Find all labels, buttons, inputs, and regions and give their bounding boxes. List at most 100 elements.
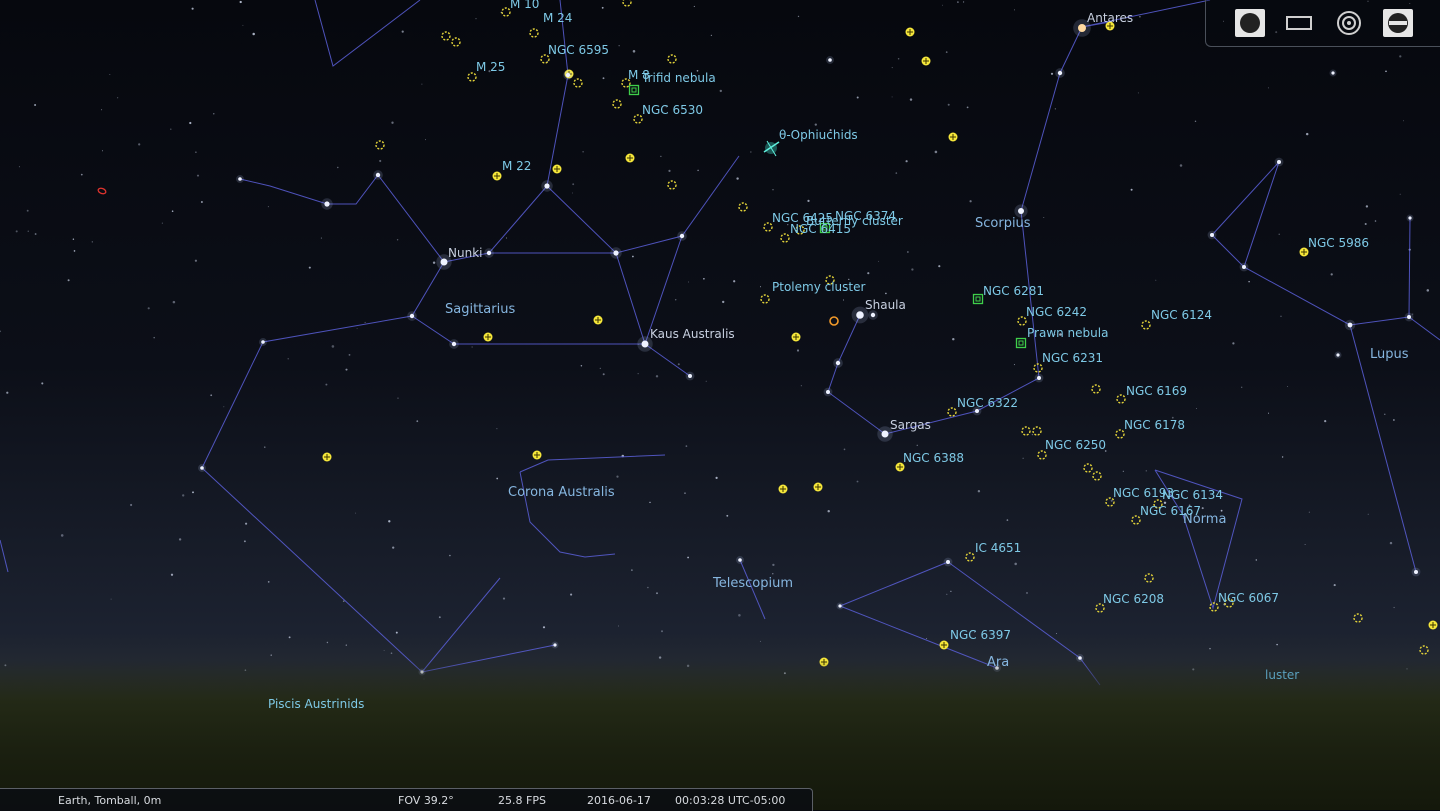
star[interactable] — [1242, 265, 1246, 269]
star[interactable] — [1037, 376, 1041, 380]
star-shaula[interactable] — [856, 311, 864, 319]
open-cluster-marker[interactable] — [1092, 471, 1102, 481]
globular-cluster-marker[interactable] — [939, 640, 949, 650]
open-cluster-marker[interactable] — [1131, 515, 1141, 525]
open-cluster-marker[interactable] — [763, 222, 773, 232]
star[interactable] — [1407, 315, 1411, 319]
star[interactable] — [375, 172, 381, 178]
globular-cluster-marker[interactable] — [1428, 620, 1438, 630]
star[interactable] — [1210, 233, 1214, 237]
star-scorpius[interactable] — [1018, 208, 1024, 214]
globular-cluster-marker[interactable] — [905, 27, 915, 37]
open-cluster-marker[interactable] — [667, 180, 677, 190]
open-cluster-marker[interactable] — [1116, 394, 1126, 404]
star[interactable] — [409, 313, 415, 319]
open-cluster-marker[interactable] — [1141, 320, 1151, 330]
open-cluster-marker[interactable] — [375, 140, 385, 150]
open-cluster-marker[interactable] — [1091, 384, 1101, 394]
star[interactable] — [870, 312, 876, 318]
star[interactable] — [565, 72, 571, 78]
star[interactable] — [838, 604, 842, 608]
nebula-marker[interactable] — [628, 84, 640, 96]
globular-cluster-marker[interactable] — [492, 171, 502, 181]
star[interactable] — [486, 250, 492, 256]
open-cluster-marker[interactable] — [667, 54, 677, 64]
star[interactable] — [1347, 322, 1353, 328]
globular-cluster-marker[interactable] — [791, 332, 801, 342]
background-star — [1393, 419, 1395, 421]
planet-view-button[interactable] — [1234, 8, 1266, 38]
globular-cluster-marker[interactable] — [813, 482, 823, 492]
star[interactable] — [826, 390, 830, 394]
star[interactable] — [553, 643, 557, 647]
star[interactable] — [1331, 71, 1335, 75]
star-nunki[interactable] — [440, 258, 448, 266]
open-cluster-marker[interactable] — [633, 114, 643, 124]
globular-cluster-marker[interactable] — [552, 164, 562, 174]
open-cluster-marker[interactable] — [622, 0, 632, 7]
star-antares[interactable] — [1078, 24, 1086, 32]
globular-cluster-marker[interactable] — [483, 332, 493, 342]
globular-cluster-marker[interactable] — [948, 132, 958, 142]
open-cluster-marker[interactable] — [780, 233, 790, 243]
star[interactable] — [200, 466, 204, 470]
star[interactable] — [828, 58, 832, 62]
open-cluster-marker[interactable] — [1017, 316, 1027, 326]
star[interactable] — [1336, 353, 1340, 357]
open-cluster-marker[interactable] — [947, 407, 957, 417]
background-star — [1324, 419, 1327, 423]
star[interactable] — [1277, 160, 1281, 164]
telescope-control-button[interactable] — [1382, 8, 1414, 38]
star[interactable] — [946, 560, 950, 564]
star[interactable] — [261, 340, 265, 344]
open-cluster-marker[interactable] — [441, 31, 451, 41]
globular-cluster-marker[interactable] — [778, 484, 788, 494]
open-cluster-marker[interactable] — [1021, 426, 1031, 436]
star[interactable] — [1408, 216, 1412, 220]
globular-cluster-marker[interactable] — [921, 56, 931, 66]
star[interactable] — [679, 233, 685, 239]
globular-cluster-marker[interactable] — [593, 315, 603, 325]
open-cluster-marker[interactable] — [1115, 429, 1125, 439]
open-cluster-marker[interactable] — [1083, 463, 1093, 473]
open-cluster-marker[interactable] — [501, 7, 511, 17]
open-cluster-marker[interactable] — [612, 99, 622, 109]
star[interactable] — [688, 374, 692, 378]
star[interactable] — [835, 360, 841, 366]
star[interactable] — [451, 341, 457, 347]
open-cluster-marker[interactable] — [738, 202, 748, 212]
frame-view-button[interactable] — [1283, 8, 1315, 38]
star[interactable] — [738, 558, 742, 562]
star-kaus-australis[interactable] — [641, 340, 649, 348]
open-cluster-marker[interactable] — [467, 72, 477, 82]
star[interactable] — [1414, 570, 1418, 574]
globular-cluster-marker[interactable] — [532, 450, 542, 460]
open-cluster-marker[interactable] — [760, 294, 770, 304]
open-cluster-marker[interactable] — [529, 28, 539, 38]
open-cluster-marker[interactable] — [1419, 645, 1429, 655]
date-text[interactable]: 2016-06-17 — [587, 794, 651, 807]
galaxy-marker[interactable] — [97, 187, 107, 195]
ocular-view-button[interactable] — [1333, 8, 1365, 38]
open-cluster-marker[interactable] — [965, 552, 975, 562]
open-cluster-marker[interactable] — [1037, 450, 1047, 460]
star-sargas[interactable] — [881, 430, 889, 438]
open-cluster-marker[interactable] — [573, 78, 583, 88]
star[interactable] — [1057, 70, 1063, 76]
planetary-nebula-marker[interactable] — [829, 316, 839, 326]
open-cluster-marker[interactable] — [1032, 426, 1042, 436]
star[interactable] — [544, 183, 550, 189]
nebula-marker[interactable] — [1015, 337, 1027, 349]
open-cluster-marker[interactable] — [1144, 573, 1154, 583]
time-text[interactable]: 00:03:28 UTC-05:00 — [675, 794, 785, 807]
open-cluster-marker[interactable] — [1353, 613, 1363, 623]
star[interactable] — [238, 177, 242, 181]
globular-cluster-marker[interactable] — [322, 452, 332, 462]
open-cluster-marker[interactable] — [451, 37, 461, 47]
star[interactable] — [324, 201, 330, 207]
globular-cluster-marker[interactable] — [625, 153, 635, 163]
star[interactable] — [613, 250, 619, 256]
location-text[interactable]: Earth, Tomball, 0m — [58, 794, 161, 807]
meteor-radiant-marker[interactable] — [763, 140, 780, 157]
nebula-marker[interactable] — [972, 293, 984, 305]
